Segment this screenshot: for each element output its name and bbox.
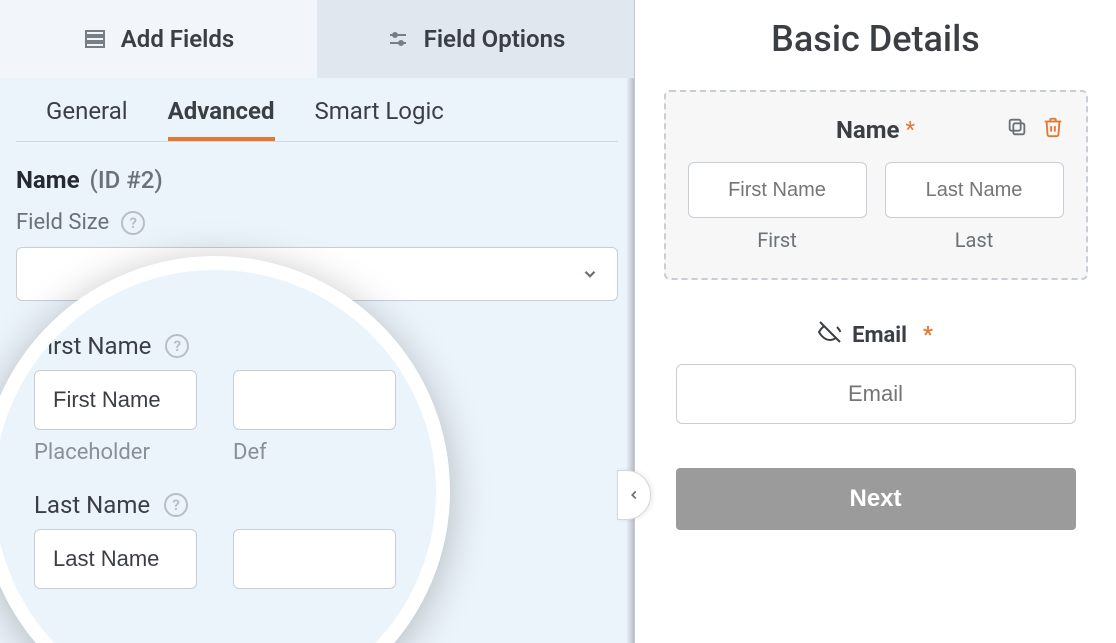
primary-tabs: Add Fields Field Options — [0, 0, 634, 78]
help-icon[interactable]: ? — [121, 211, 145, 235]
preview-email-label: Email — [852, 323, 907, 348]
lens-last-name-placeholder-input[interactable] — [34, 529, 197, 589]
preview-email-label-row: Email * — [818, 320, 933, 350]
section-name-label: Name — [16, 166, 80, 194]
list-icon — [83, 27, 107, 51]
tab-add-fields-label: Add Fields — [121, 25, 234, 53]
lens-default-label-cut: Def — [233, 440, 396, 465]
magnifier-lens: First Name ? Placeholder Def — [0, 256, 450, 643]
tab-field-options[interactable]: Field Options — [317, 0, 634, 78]
trash-icon[interactable] — [1042, 116, 1064, 138]
lens-last-name-label: Last Name — [34, 491, 150, 519]
required-star: * — [906, 118, 915, 143]
field-size-select[interactable] — [16, 247, 618, 301]
lens-first-name-default-input[interactable] — [233, 370, 396, 430]
preview-last-name-input[interactable] — [885, 162, 1064, 218]
subtab-smart-logic[interactable]: Smart Logic — [315, 97, 444, 141]
lens-first-name-placeholder-input[interactable] — [34, 370, 197, 430]
chevron-down-icon — [581, 265, 599, 283]
hidden-eye-icon — [818, 320, 842, 350]
lens-last-name-default-input[interactable] — [233, 529, 396, 589]
subtab-general[interactable]: General — [46, 97, 128, 141]
next-button[interactable]: Next — [676, 468, 1076, 530]
duplicate-icon[interactable] — [1006, 116, 1028, 138]
field-size-label: Field Size — [16, 210, 109, 235]
help-icon[interactable]: ? — [165, 334, 189, 358]
lens-placeholder-label: Placeholder — [34, 440, 197, 465]
lens-first-name-label: First Name — [34, 332, 151, 360]
help-icon[interactable]: ? — [164, 493, 188, 517]
sub-tabs: General Advanced Smart Logic — [16, 78, 618, 142]
form-preview-panel: Basic Details Name * First — [635, 0, 1116, 643]
preview-email-input[interactable] — [676, 364, 1076, 424]
section-heading: Name (ID #2) — [0, 142, 634, 194]
preview-first-name-input[interactable] — [688, 162, 867, 218]
section-id-text: (ID #2) — [90, 166, 163, 194]
sidebar-panel: Add Fields Field Options General Advance… — [0, 0, 635, 643]
sliders-icon — [386, 27, 410, 51]
tab-field-options-label: Field Options — [424, 25, 566, 53]
tab-add-fields[interactable]: Add Fields — [0, 0, 317, 78]
chevron-left-icon — [627, 488, 641, 502]
subtab-advanced[interactable]: Advanced — [168, 97, 275, 141]
preview-last-caption: Last — [885, 228, 1064, 252]
preview-first-caption: First — [688, 228, 867, 252]
preview-title: Basic Details — [771, 18, 980, 60]
required-star: * — [923, 323, 933, 348]
preview-name-card[interactable]: Name * First Last — [664, 90, 1088, 280]
preview-name-title: Name — [836, 116, 900, 144]
